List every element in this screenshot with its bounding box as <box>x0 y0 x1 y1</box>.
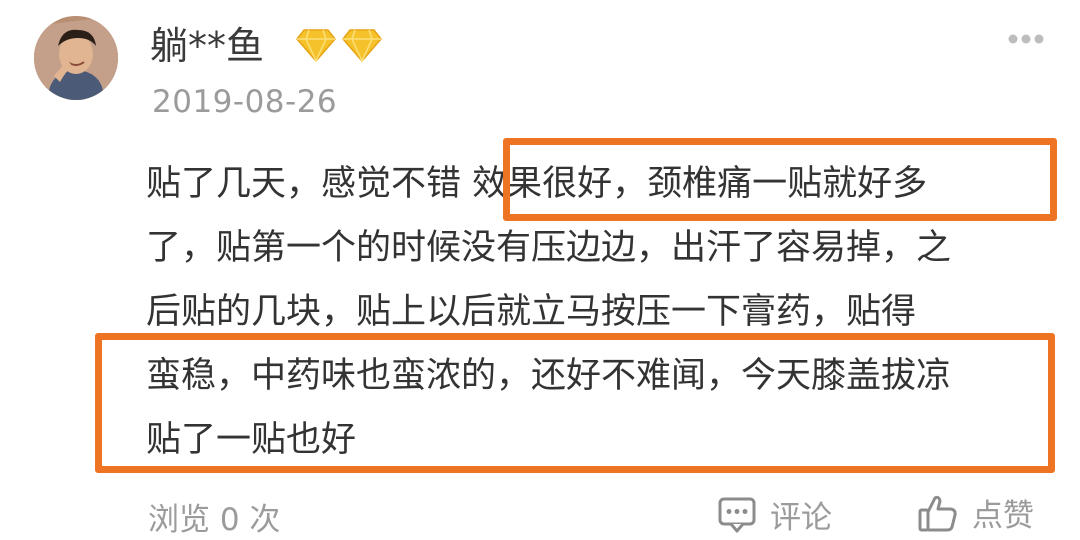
highlight-box <box>95 333 1055 473</box>
review-line: 了，贴第一个的时候没有压边边，出汗了容易掉，之 <box>146 228 952 268</box>
more-options-icon[interactable] <box>1006 32 1046 46</box>
badge-group <box>296 28 382 62</box>
view-count: 浏览 0 次 <box>148 502 281 538</box>
like-button[interactable]: 点赞 <box>918 490 1034 535</box>
username[interactable]: 躺**鱼 <box>150 22 264 70</box>
post-footer: 浏览 0 次 评论 点赞 <box>0 488 1080 540</box>
post-date: 2019-08-26 <box>152 84 338 120</box>
diamond-icon <box>296 29 336 62</box>
like-label: 点赞 <box>972 498 1034 534</box>
comment-label: 评论 <box>770 500 832 536</box>
comment-button[interactable]: 评论 <box>718 492 832 537</box>
diamond-icon <box>342 29 382 62</box>
comment-icon <box>718 497 756 532</box>
avatar[interactable] <box>34 16 118 100</box>
thumbs-up-icon <box>918 495 957 531</box>
highlight-box <box>503 138 1057 221</box>
